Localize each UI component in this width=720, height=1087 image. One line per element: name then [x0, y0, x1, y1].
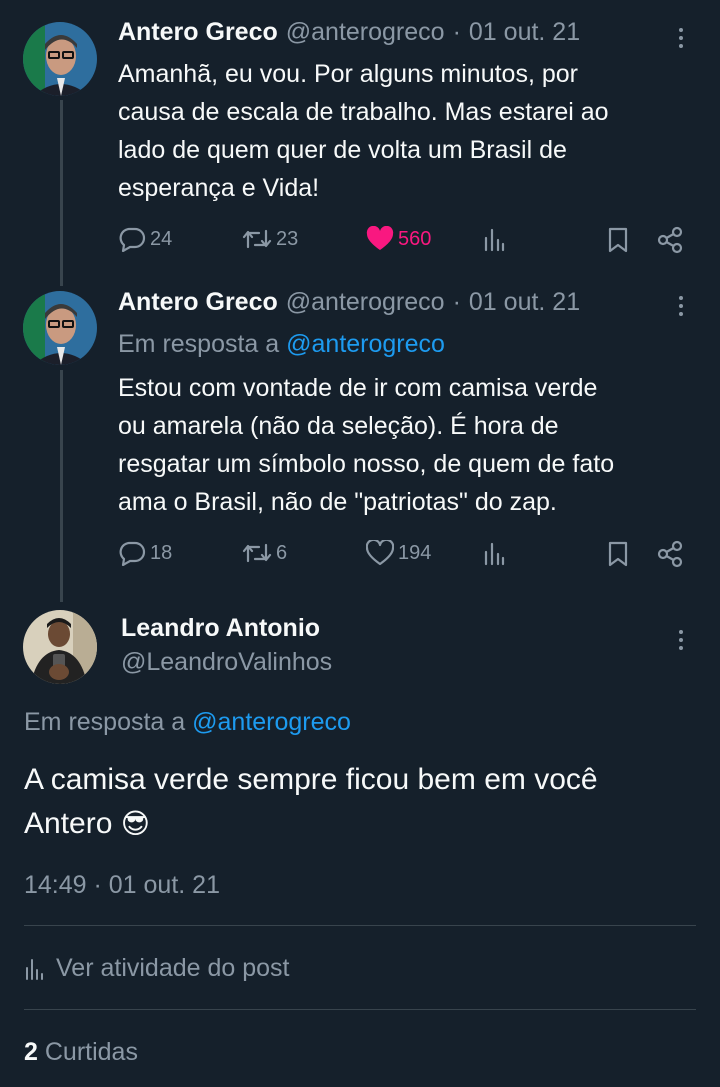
tweet-2-share-button[interactable] [656, 540, 684, 568]
tweet-1-more-icon[interactable] [676, 28, 686, 48]
tweet-1-line: lado de quem quer de volta um Brasil de [118, 136, 567, 164]
tweet-2-header: Antero Greco @anterogreco · 01 out. 21 [118, 288, 580, 317]
tweet-2-bookmark-button[interactable] [606, 540, 630, 568]
main-post-line: Antero [24, 807, 113, 840]
thread-line [60, 370, 63, 602]
bookmark-icon [608, 227, 628, 253]
tweet-1-text: Amanhã, eu vou. Por alguns minutos, por … [118, 55, 708, 207]
tweet-1-like-count: 560 [398, 227, 432, 250]
tweet-2-author-name[interactable]: Antero Greco [118, 288, 278, 317]
tweet-1-reply-button[interactable]: 24 [118, 226, 172, 252]
main-more-icon[interactable] [676, 630, 686, 650]
tweet-1-date[interactable]: 01 out. 21 [469, 18, 580, 47]
main-post-line-2: Antero 😎 [24, 802, 704, 846]
likes-summary[interactable]: 2 Curtidas [24, 1038, 138, 1067]
likes-label: Curtidas [44, 1038, 138, 1066]
divider [24, 1009, 696, 1010]
tweet-2-reply-count: 18 [150, 541, 173, 564]
tweet-2-like-button[interactable]: 194 [366, 540, 431, 566]
tweet-1-header: Antero Greco @anterogreco · 01 out. 21 [118, 18, 580, 47]
tweet-2-avatar[interactable] [23, 291, 97, 365]
tweet-1-author-name[interactable]: Antero Greco [118, 18, 278, 47]
tweet-2-line: ama o Brasil, não de "patriotas" do zap. [118, 488, 557, 516]
likes-count: 2 [24, 1038, 38, 1066]
main-timestamp[interactable]: 14:49 · 01 out. 21 [24, 871, 220, 900]
tweet-2-reply-button[interactable]: 18 [118, 540, 172, 566]
tweet-1-reply-count: 24 [150, 227, 173, 250]
main-avatar[interactable] [23, 610, 97, 684]
tweet-2-reply-context: Em resposta a @anterogreco [118, 330, 445, 359]
main-author-handle[interactable]: @LeandroValinhos [121, 648, 332, 677]
view-activity-link[interactable]: Ver atividade do post [24, 954, 290, 983]
reply-icon [119, 541, 146, 566]
main-author-name[interactable]: Leandro Antonio [121, 614, 320, 643]
antero-avatar-image [23, 22, 97, 96]
reply-prefix: Em resposta a [24, 708, 186, 736]
analytics-icon [26, 958, 43, 980]
tweet-2-separator: · [452, 288, 461, 316]
tweet-2-views-button[interactable] [482, 540, 506, 566]
thread-line [60, 100, 63, 286]
heart-filled-icon [366, 226, 394, 250]
tweet-2-line: ou amarela (não da seleção). É hora de [118, 412, 559, 440]
bookmark-icon [608, 541, 628, 567]
tweet-1-bookmark-button[interactable] [606, 226, 630, 254]
main-post-line: A camisa verde sempre ficou bem em você [24, 763, 598, 796]
retweet-icon [242, 543, 272, 563]
main-reply-context: Em resposta a @anterogreco [24, 708, 351, 737]
tweet-1-line: Amanhã, eu vou. Por alguns minutos, por [118, 60, 578, 88]
tweet-2-retweet-button[interactable]: 6 [242, 540, 287, 566]
view-activity-label: Ver atividade do post [56, 954, 290, 982]
divider [24, 925, 696, 926]
tweet-1-share-button[interactable] [656, 226, 684, 254]
analytics-icon [484, 228, 505, 252]
tweet-1-line: causa de escala de trabalho. Mas estarei… [118, 98, 609, 126]
main-post-text: A camisa verde sempre ficou bem em você … [24, 758, 704, 846]
tweet-1-retweet-button[interactable]: 23 [242, 226, 298, 252]
tweet-1-views-button[interactable] [482, 226, 506, 252]
tweet-2-date[interactable]: 01 out. 21 [469, 288, 580, 317]
tweet-2-like-count: 194 [398, 541, 432, 564]
reply-icon [119, 227, 146, 252]
tweet-2-retweet-count: 6 [276, 541, 288, 564]
reply-to-link[interactable]: @anterogreco [286, 330, 445, 358]
sunglasses-emoji: 😎 [120, 808, 150, 839]
tweet-2-text: Estou com vontade de ir com camisa verde… [118, 369, 708, 521]
reply-to-link[interactable]: @anterogreco [192, 708, 351, 736]
tweet-2-line: Estou com vontade de ir com camisa verde [118, 374, 598, 402]
tweet-1-like-button[interactable]: 560 [366, 226, 431, 252]
tweet-2-handle[interactable]: @anterogreco [286, 288, 445, 317]
share-icon [657, 226, 683, 254]
share-icon [657, 540, 683, 568]
tweet-1-separator: · [452, 18, 461, 46]
tweet-1-avatar[interactable] [23, 22, 97, 96]
tweet-2-more-icon[interactable] [676, 296, 686, 316]
reply-prefix: Em resposta a [118, 330, 280, 358]
tweet-1-line: esperança e Vida! [118, 174, 320, 202]
tweet-2-line: resgatar um símbolo nosso, de quem de fa… [118, 450, 615, 478]
analytics-icon [484, 542, 505, 566]
retweet-icon [242, 229, 272, 249]
leandro-avatar-image [23, 610, 97, 684]
antero-avatar-image [23, 291, 97, 365]
heart-icon [366, 540, 394, 566]
tweet-1-retweet-count: 23 [276, 227, 299, 250]
tweet-1-handle[interactable]: @anterogreco [286, 18, 445, 47]
